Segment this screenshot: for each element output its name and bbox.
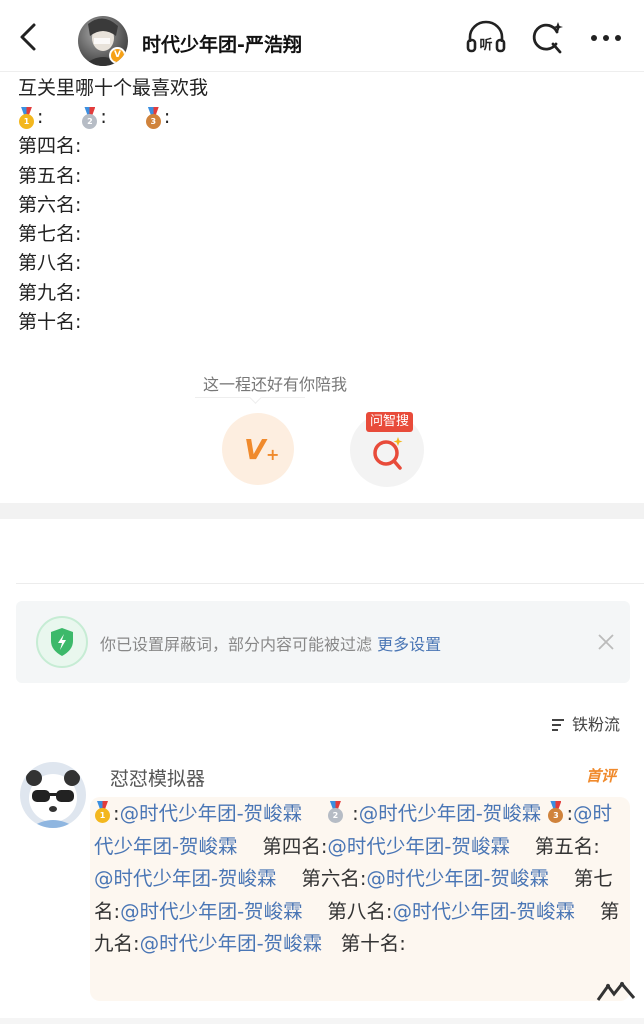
vplus-plus: + [266, 445, 280, 464]
medal-sep: : [100, 106, 107, 129]
sort-label: 铁粉流 [572, 715, 621, 734]
ask-search-label[interactable]: 问智搜 [366, 412, 414, 432]
first-comment-tag: 首评 [586, 767, 617, 785]
ai-search-icon[interactable] [529, 20, 565, 56]
verified-badge-icon: V [109, 47, 126, 64]
filter-notice: 你已设置屏蔽词，部分内容可能被过滤 更多设置 [16, 601, 630, 683]
mention-link[interactable]: @时代少年团-贺峻霖 [120, 802, 303, 825]
sort-button[interactable]: 铁粉流 [552, 711, 620, 735]
medal-sep: : [37, 106, 44, 129]
more-icon[interactable] [586, 20, 622, 56]
svg-text:听: 听 [479, 37, 492, 53]
rank-line: 第九名: [18, 281, 82, 304]
comment-decoration-icon [596, 980, 636, 1004]
comment-segment: 第四名: [262, 834, 328, 858]
bottom-divider [0, 1018, 644, 1024]
comment-text: 1:@时代少年团-贺峻霖 2 :@时代少年团-贺峻霖 3:@时代少年团-贺峻霖 … [94, 798, 624, 961]
mention-link[interactable]: @时代少年团-贺峻霖 [393, 900, 576, 923]
medal-sep: : [163, 106, 171, 129]
notice-message: 你已设置屏蔽词，部分内容可能被过滤 [100, 635, 373, 654]
silver-medal-icon: 2 [81, 106, 98, 129]
mention-link[interactable]: @时代少年团-贺峻霖 [366, 867, 549, 890]
medal-row: 1 : 2 : 3 : [18, 103, 208, 132]
gold-medal-icon: 1 [18, 106, 35, 129]
page-title[interactable]: 时代少年团-严浩翔 [142, 30, 302, 57]
divider [16, 583, 644, 584]
section-divider [0, 503, 644, 519]
close-icon[interactable] [594, 627, 618, 657]
comment-segment: 第十名: [340, 932, 406, 955]
mention-link[interactable]: @时代少年团-贺峻霖 [94, 867, 277, 890]
comment-segment: 第五名: [534, 834, 600, 858]
mention-link[interactable]: @时代少年团-贺峻霖 [140, 932, 323, 955]
shield-icon [36, 616, 88, 668]
commenter-avatar[interactable] [20, 762, 86, 828]
silver-medal-icon: 2 [327, 801, 344, 823]
back-icon[interactable] [14, 20, 44, 54]
mention-link[interactable]: @时代少年团-贺峻霖 [120, 900, 303, 923]
bronze-medal-icon: 3 [547, 801, 564, 823]
notice-text: 你已设置屏蔽词，部分内容可能被过滤 更多设置 [100, 631, 441, 655]
rank-line: 第十名: [18, 311, 82, 334]
post-headline: 互关里哪十个最喜欢我 [18, 77, 209, 99]
rank-line: 第五名: [18, 164, 82, 187]
rank-line: 第八名: [18, 252, 82, 275]
comment-segment: 第六名: [301, 867, 367, 890]
mention-link[interactable]: @时代少年团-贺峻霖 [359, 802, 542, 825]
comment-segment: 第八名: [327, 899, 393, 923]
top-bar: V 时代少年团-严浩翔 听 [0, 0, 644, 72]
companion-bubble: 这一程还好有你陪我 [203, 375, 348, 394]
rank-line: 第四名: [18, 135, 82, 158]
mention-link[interactable]: @时代少年团-贺峻霖 [327, 835, 510, 858]
user-avatar[interactable]: V [78, 16, 128, 66]
sort-icon [552, 718, 568, 731]
bronze-medal-icon: 3 [145, 106, 162, 129]
rank-line: 第七名: [18, 223, 82, 246]
comment-segment: : [113, 802, 120, 825]
comment-segment: : [345, 802, 359, 825]
gold-medal-icon: 1 [94, 801, 111, 823]
vplus-button[interactable]: V + [222, 413, 294, 485]
vplus-icon: V [244, 433, 266, 466]
post-content: 互关里哪十个最喜欢我 1 : 2 : 3 : 第四名: 第五名: 第六名: 第七… [18, 74, 208, 337]
rank-line: 第六名: [18, 193, 82, 216]
listen-icon[interactable]: 听 [466, 20, 506, 56]
commenter-name[interactable]: 怼怼模拟器 [110, 764, 205, 791]
more-settings-link[interactable]: 更多设置 [377, 635, 441, 654]
